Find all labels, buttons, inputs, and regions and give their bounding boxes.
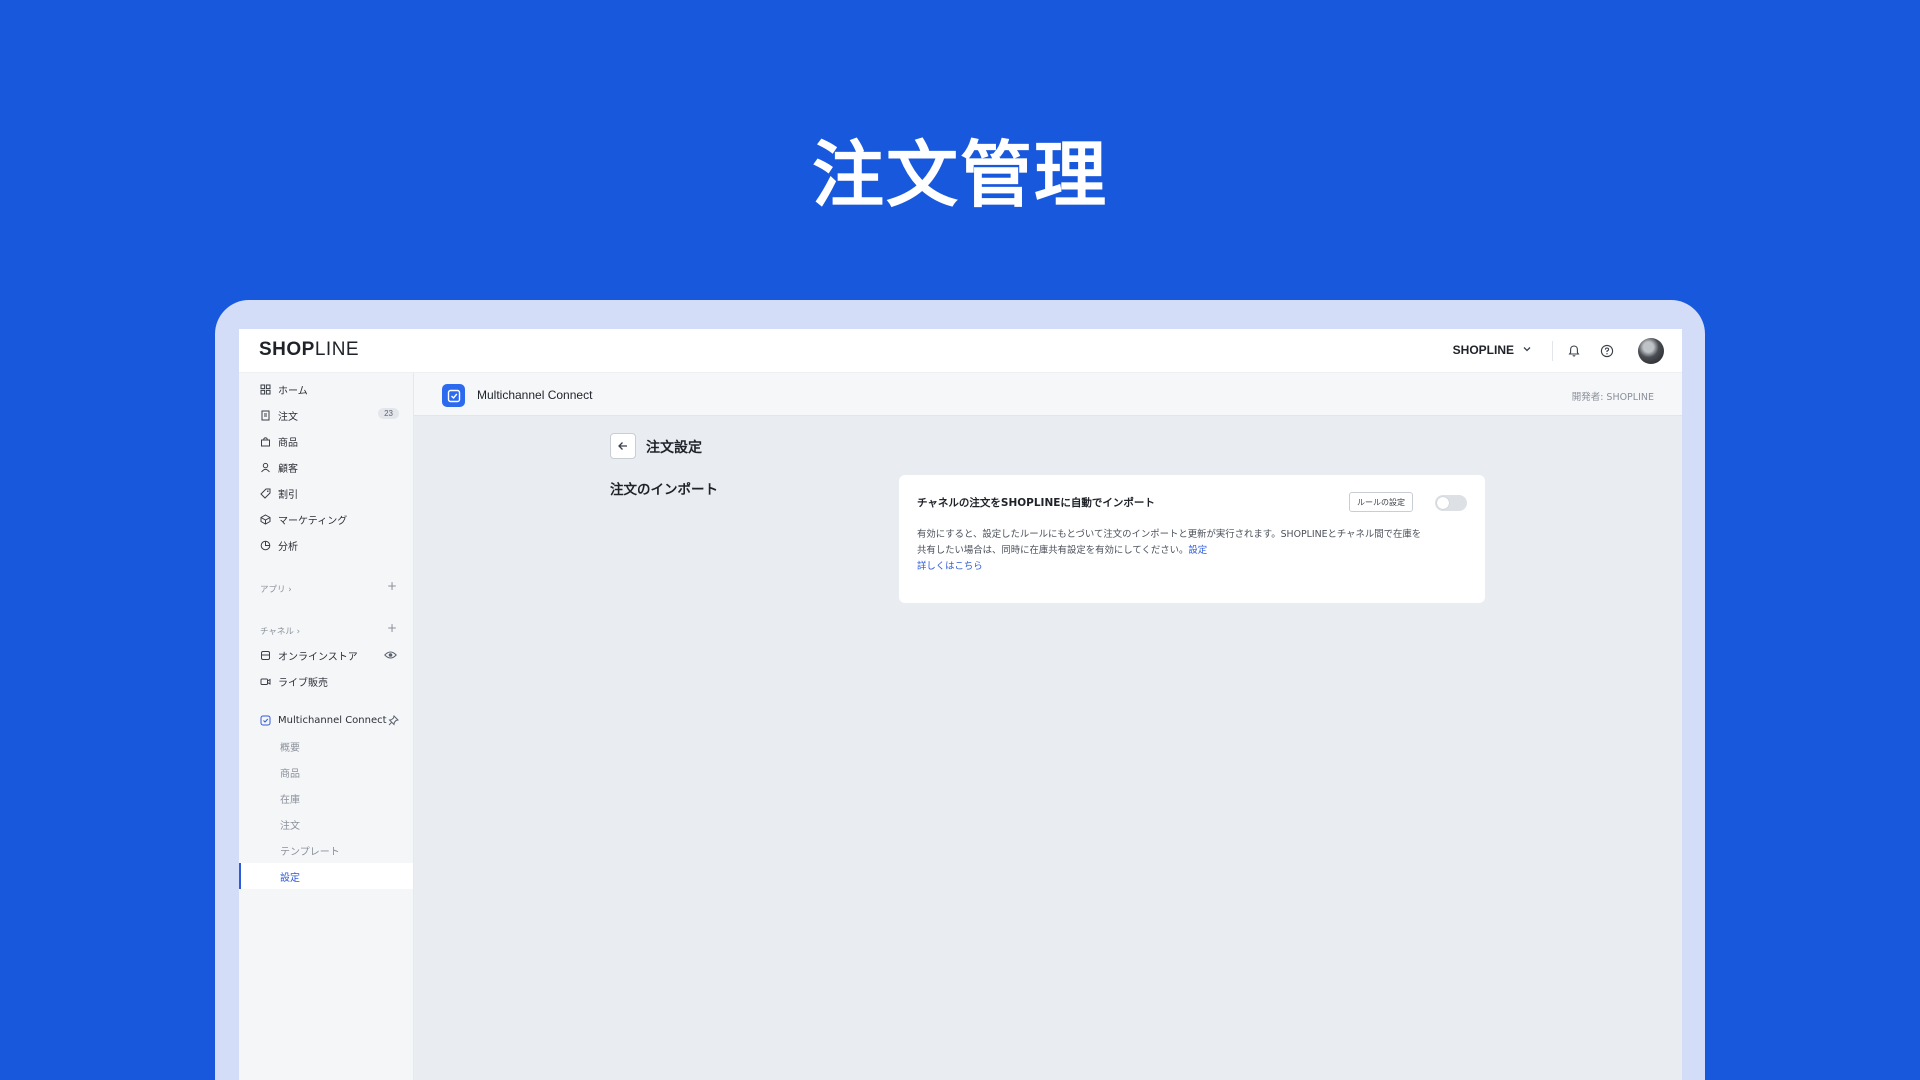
bag-icon (260, 436, 271, 447)
topbar-divider (1552, 341, 1553, 361)
back-button[interactable] (610, 433, 636, 459)
user-avatar[interactable] (1638, 338, 1664, 364)
sidebar-item-label: 注文 (278, 411, 298, 423)
tag-icon (260, 488, 271, 499)
top-bar: SHOPLINE SHOPLINE (239, 329, 1682, 373)
add-channel-plus-icon[interactable]: + (387, 621, 397, 635)
card-title: チャネルの注文をSHOPLINEに自動でインポート (917, 497, 1155, 509)
sidebar-item-customers[interactable]: 顧客 (239, 454, 413, 480)
sidebar-item-label: ホーム (278, 385, 308, 397)
apps-section-label[interactable]: アプリ › (260, 583, 292, 595)
sidebar-item-live-sales[interactable]: ライブ販売 (239, 668, 413, 694)
store-name: SHOPLINE (1452, 343, 1514, 357)
arrow-left-icon (617, 437, 629, 456)
sub-item-overview[interactable]: 概要 (239, 733, 413, 759)
sidebar-item-online-store[interactable]: オンラインストア (239, 642, 413, 668)
app-header: Multichannel Connect 開発者: SHOPLINE (414, 373, 1682, 416)
shopline-logo[interactable]: SHOPLINE (259, 339, 359, 361)
person-icon (260, 462, 271, 473)
sidebar-item-products[interactable]: 商品 (239, 428, 413, 454)
rule-settings-button[interactable]: ルールの設定 (1349, 492, 1413, 512)
sub-item-orders[interactable]: 注文 (239, 811, 413, 837)
toggle-knob (1437, 497, 1449, 509)
sidebar-item-label: 商品 (278, 437, 298, 449)
store-icon (260, 650, 271, 661)
logo-thin: LINE (314, 339, 360, 360)
developer-label: 開発者: SHOPLINE (1571, 392, 1654, 403)
page-title: 注文設定 (646, 440, 702, 456)
app-window: SHOPLINE SHOPLINE ホーム 注文 23 商品 顧客 割引 マーケ… (239, 329, 1682, 1080)
auto-import-toggle[interactable] (1435, 495, 1467, 511)
app-name: Multichannel Connect (477, 388, 593, 402)
sidebar-item-discounts[interactable]: 割引 (239, 480, 413, 506)
sidebar-item-label: 顧客 (278, 463, 298, 475)
sidebar-item-marketing[interactable]: マーケティング (239, 506, 413, 532)
analytics-icon (260, 540, 271, 551)
logo-bold: SHOP (259, 339, 315, 360)
settings-link[interactable]: 設定 (1188, 545, 1207, 556)
sidebar-item-label: マーケティング (278, 515, 348, 527)
store-switcher[interactable]: SHOPLINE (1453, 343, 1532, 357)
sub-item-products[interactable]: 商品 (239, 759, 413, 785)
desc-line-2: 共有したい場合は、同時に在庫共有設定を有効にしてください。 (917, 545, 1189, 556)
sidebar-item-orders[interactable]: 注文 23 (239, 402, 413, 428)
order-import-card: チャネルの注文をSHOPLINEに自動でインポート ルールの設定 有効にすると、… (899, 475, 1485, 603)
sidebar-item-label: 割引 (278, 489, 298, 501)
section-title: 注文のインポート (610, 482, 718, 498)
sub-item-templates[interactable]: テンプレート (239, 837, 413, 863)
help-icon[interactable] (1598, 342, 1616, 360)
hero-title: 注文管理 (811, 133, 1108, 217)
sub-item-settings[interactable]: 設定 (239, 863, 413, 889)
sidebar-item-label: オンラインストア (278, 651, 358, 663)
sidebar: ホーム 注文 23 商品 顧客 割引 マーケティング 分析 アプリ › + チャ… (239, 373, 414, 1080)
sidebar-item-home[interactable]: ホーム (239, 376, 413, 402)
sidebar-item-label: ライブ販売 (278, 677, 328, 689)
desc-line-1: 有効にすると、設定したルールにもとづいて注文のインポートと更新が実行されます。S… (917, 529, 1422, 540)
card-description: 有効にすると、設定したルールにもとづいて注文のインポートと更新が実行されます。S… (917, 527, 1467, 575)
order-doc-icon (260, 410, 271, 421)
channels-section-label[interactable]: チャネル › (260, 625, 300, 637)
add-app-plus-icon[interactable]: + (387, 579, 397, 593)
learn-more-link[interactable]: 詳しくはこちら (917, 561, 983, 572)
sidebar-item-label: Multichannel Connect (278, 714, 387, 726)
video-icon (260, 676, 271, 687)
sidebar-item-analytics[interactable]: 分析 (239, 532, 413, 558)
multichannel-app-logo-icon (442, 384, 465, 407)
sidebar-item-multichannel-connect[interactable]: Multichannel Connect (239, 707, 413, 733)
multichannel-app-icon (260, 715, 271, 726)
home-grid-icon (260, 384, 271, 395)
sidebar-item-label: 分析 (278, 541, 298, 553)
sub-item-inventory[interactable]: 在庫 (239, 785, 413, 811)
bell-icon[interactable] (1565, 342, 1583, 360)
marketing-icon (260, 513, 271, 525)
main-content: Multichannel Connect 開発者: SHOPLINE 注文設定 … (414, 373, 1682, 1080)
orders-count-badge: 23 (378, 408, 399, 419)
chevron-down-icon (1522, 343, 1532, 357)
pin-icon[interactable] (388, 715, 399, 729)
eye-icon[interactable] (384, 650, 397, 663)
